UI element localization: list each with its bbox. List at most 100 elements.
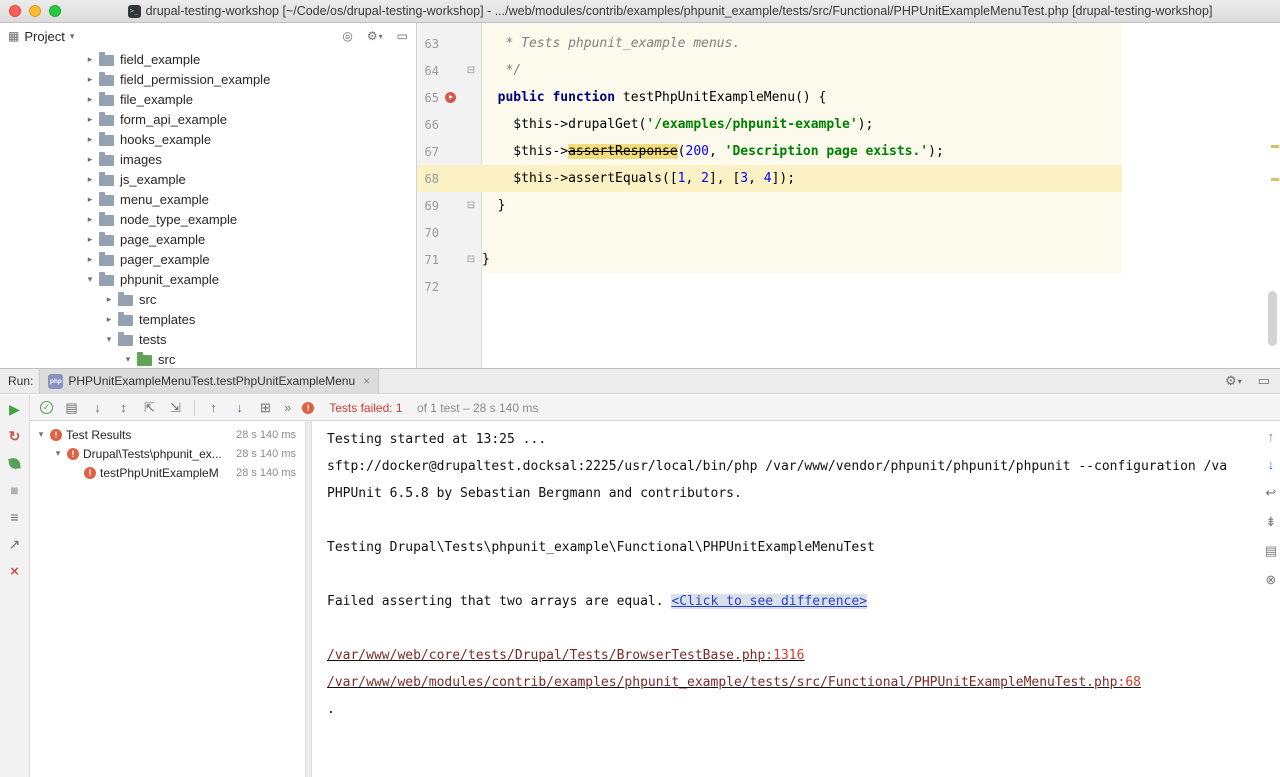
project-tree-item-images[interactable]: ▸images xyxy=(0,149,416,169)
chevron-right-icon[interactable]: ▸ xyxy=(84,234,96,245)
chevron-right-icon[interactable]: ▸ xyxy=(84,54,96,65)
editor-line-71[interactable]: 71⊟} xyxy=(417,246,1280,273)
chevron-right-icon[interactable]: ▸ xyxy=(84,94,96,105)
show-console-icon[interactable]: ▤ xyxy=(64,400,79,416)
locate-file-icon[interactable]: ◎ xyxy=(342,29,352,43)
failed-test-gutter-icon[interactable] xyxy=(445,92,456,103)
chevron-right-icon[interactable]: ▸ xyxy=(84,74,96,85)
up-stacktrace-icon[interactable]: ↑ xyxy=(1268,429,1275,444)
editor-gutter[interactable]: 69⊟ xyxy=(417,192,482,219)
click-to-see-difference-link[interactable]: <Click to see difference> xyxy=(671,594,867,609)
project-tree-item-form_api_example[interactable]: ▸form_api_example xyxy=(0,109,416,129)
test-history-icon[interactable]: ≡ xyxy=(7,509,23,525)
editor-line-67[interactable]: 67 $this->assertResponse(200, 'Descripti… xyxy=(417,138,1280,165)
chevron-right-icon[interactable]: ▸ xyxy=(84,154,96,165)
export-test-results-icon[interactable]: ⊞ xyxy=(258,400,273,416)
open-in-new-window-icon[interactable]: ↗ xyxy=(7,536,23,552)
project-panel-title[interactable]: Project xyxy=(24,29,64,44)
editor-scrollbar-thumb[interactable] xyxy=(1268,291,1277,346)
test-console[interactable]: Testing started at 13:25 ...sftp://docke… xyxy=(312,421,1280,777)
collapse-all-icon[interactable]: ⇲ xyxy=(168,400,183,416)
editor-line-70[interactable]: 70 xyxy=(417,219,1280,246)
chevron-right-icon[interactable]: ▸ xyxy=(84,254,96,265)
editor-gutter[interactable]: 72 xyxy=(417,273,482,300)
hide-run-panel-icon[interactable]: ▭ xyxy=(1258,373,1270,389)
code-editor[interactable]: 63 * Tests phpunit_example menus.64⊟ */6… xyxy=(417,23,1280,368)
project-tree-item-src[interactable]: ▾src xyxy=(0,349,416,368)
editor-gutter[interactable]: 71⊟ xyxy=(417,246,482,273)
stop-button[interactable]: ■ xyxy=(7,482,23,498)
run-settings-gear-icon[interactable]: ⚙▾ xyxy=(1225,373,1242,389)
project-settings-gear-icon[interactable]: ⚙▾ xyxy=(367,29,383,43)
stacktrace-link[interactable]: /var/www/web/core/tests/Drupal/Tests/Bro… xyxy=(327,648,804,663)
test-tree-item[interactable]: !testPhpUnitExampleM28 s 140 ms xyxy=(30,463,305,482)
sort-by-duration-icon[interactable]: ↓ xyxy=(90,400,105,415)
warning-stripe-mark[interactable] xyxy=(1271,145,1279,148)
editor-gutter[interactable]: 66 xyxy=(417,111,482,138)
project-tree-item-src[interactable]: ▸src xyxy=(0,289,416,309)
chevron-right-icon[interactable]: ▸ xyxy=(84,194,96,205)
scroll-to-end-icon[interactable]: ⇟ xyxy=(1265,514,1276,530)
warning-stripe-mark[interactable] xyxy=(1271,178,1279,181)
editor-line-68[interactable]: 68 $this->assertEquals([1, 2], [3, 4]); xyxy=(417,165,1280,192)
chevron-down-icon[interactable]: ▾ xyxy=(84,274,96,285)
editor-gutter[interactable]: 68 xyxy=(417,165,482,192)
hide-panel-icon[interactable]: ▭ xyxy=(397,29,408,43)
more-actions-icon[interactable]: » xyxy=(284,400,291,415)
fold-marker-icon[interactable]: ⊟ xyxy=(462,200,480,211)
close-tab-icon[interactable]: × xyxy=(363,374,370,388)
chevron-right-icon[interactable]: ▸ xyxy=(103,294,115,305)
down-stacktrace-icon[interactable]: ↓ xyxy=(1268,457,1275,472)
project-tree-item-pager_example[interactable]: ▸pager_example xyxy=(0,249,416,269)
test-tree-item[interactable]: ▾!Drupal\Tests\phpunit_ex...28 s 140 ms xyxy=(30,444,305,463)
chevron-down-icon[interactable]: ▾ xyxy=(103,334,115,345)
editor-line-64[interactable]: 64⊟ */ xyxy=(417,57,1280,84)
expand-all-icon[interactable]: ⇱ xyxy=(142,400,157,416)
project-tree-item-phpunit_example[interactable]: ▾phpunit_example xyxy=(0,269,416,289)
project-tree[interactable]: ▸field_example▸field_permission_example▸… xyxy=(0,49,416,368)
editor-line-65[interactable]: 65 public function testPhpUnitExampleMen… xyxy=(417,84,1280,111)
editor-gutter[interactable]: 70 xyxy=(417,219,482,246)
project-tree-item-field_example[interactable]: ▸field_example xyxy=(0,49,416,69)
close-run-panel-button[interactable]: × xyxy=(7,563,23,579)
test-results-tree[interactable]: ▾!Test Results28 s 140 ms▾!Drupal\Tests\… xyxy=(30,421,305,777)
sort-alphabetically-icon[interactable]: ↕ xyxy=(116,400,131,415)
tree-console-splitter[interactable] xyxy=(305,421,312,777)
project-tree-item-field_permission_example[interactable]: ▸field_permission_example xyxy=(0,69,416,89)
rerun-tests-button[interactable]: ▶ xyxy=(7,401,23,417)
next-failed-test-icon[interactable]: ↓ xyxy=(232,400,247,415)
rerun-failed-tests-button[interactable]: ↻ xyxy=(7,428,23,444)
chevron-right-icon[interactable]: ▸ xyxy=(84,174,96,185)
chevron-right-icon[interactable]: ▸ xyxy=(84,214,96,225)
chevron-down-icon[interactable]: ▾ xyxy=(53,448,63,459)
project-tree-item-hooks_example[interactable]: ▸hooks_example xyxy=(0,129,416,149)
test-tree-item[interactable]: ▾!Test Results28 s 140 ms xyxy=(30,425,305,444)
close-window-button[interactable] xyxy=(9,5,21,17)
editor-line-72[interactable]: 72 xyxy=(417,273,1280,300)
chevron-right-icon[interactable]: ▸ xyxy=(84,114,96,125)
project-tree-item-js_example[interactable]: ▸js_example xyxy=(0,169,416,189)
editor-gutter[interactable]: 65 xyxy=(417,84,482,111)
editor-line-63[interactable]: 63 * Tests phpunit_example menus. xyxy=(417,30,1280,57)
chevron-right-icon[interactable]: ▸ xyxy=(103,314,115,325)
fold-marker-icon[interactable]: ⊟ xyxy=(462,254,480,265)
project-tree-item-tests[interactable]: ▾tests xyxy=(0,329,416,349)
print-console-icon[interactable]: ▤ xyxy=(1265,543,1277,559)
toggle-auto-test-button[interactable] xyxy=(7,455,23,471)
fold-marker-icon[interactable]: ⊟ xyxy=(462,65,480,76)
editor-line-66[interactable]: 66 $this->drupalGet('/examples/phpunit-e… xyxy=(417,111,1280,138)
editor-gutter[interactable]: 63 xyxy=(417,30,482,57)
editor-gutter[interactable]: 64⊟ xyxy=(417,57,482,84)
editor-gutter[interactable]: 67 xyxy=(417,138,482,165)
chevron-down-icon[interactable]: ▾ xyxy=(36,429,46,440)
project-tree-item-menu_example[interactable]: ▸menu_example xyxy=(0,189,416,209)
project-tree-item-templates[interactable]: ▸templates xyxy=(0,309,416,329)
zoom-window-button[interactable] xyxy=(49,5,61,17)
editor-line-69[interactable]: 69⊟ } xyxy=(417,192,1280,219)
hide-passed-icon[interactable]: ✓ xyxy=(40,401,53,414)
run-tab[interactable]: php PHPUnitExampleMenuTest.testPhpUnitEx… xyxy=(39,369,379,394)
previous-failed-test-icon[interactable]: ↑ xyxy=(206,400,221,415)
minimize-window-button[interactable] xyxy=(29,5,41,17)
stacktrace-link[interactable]: /var/www/web/modules/contrib/examples/ph… xyxy=(327,675,1141,690)
chevron-down-icon[interactable]: ▾ xyxy=(122,354,134,365)
